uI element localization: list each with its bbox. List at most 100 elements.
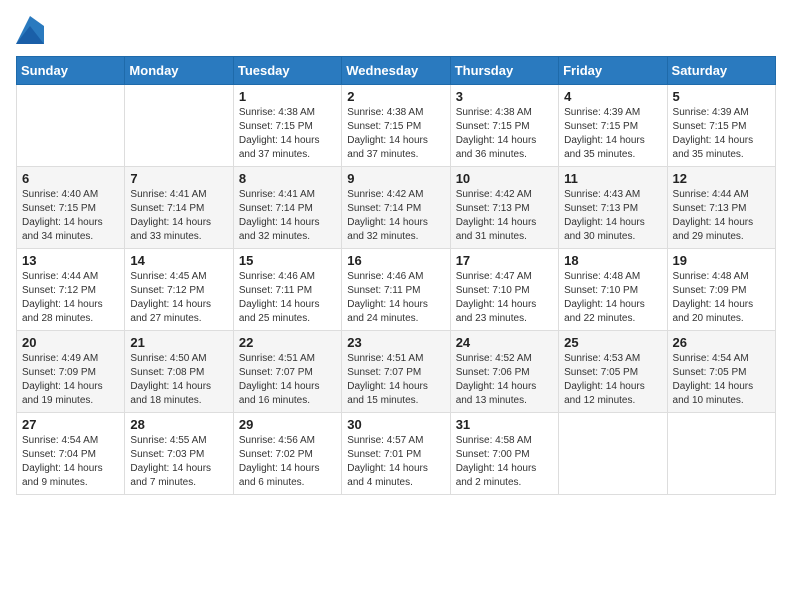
day-info: Sunrise: 4:44 AM Sunset: 7:12 PM Dayligh… bbox=[22, 270, 119, 326]
day-number: 20 bbox=[22, 335, 119, 350]
calendar-cell: 11 Sunrise: 4:43 AM Sunset: 7:13 PM Dayli… bbox=[559, 167, 667, 249]
calendar-cell: 19 Sunrise: 4:48 AM Sunset: 7:09 PM Dayli… bbox=[667, 249, 775, 331]
calendar-cell: 31Sunrise: 4:58 AM Sunset: 7:00 PM Dayli… bbox=[450, 413, 558, 495]
day-info: Sunrise: 4:39 AM Sunset: 7:15 PM Dayligh… bbox=[673, 106, 770, 162]
calendar-cell bbox=[125, 85, 233, 167]
day-number: 25 bbox=[564, 335, 661, 350]
day-info: Sunrise: 4:41 AM Sunset: 7:14 PM Dayligh… bbox=[130, 188, 227, 244]
page-header bbox=[16, 16, 776, 44]
day-number: 15 bbox=[239, 253, 336, 268]
weekday-header-friday: Friday bbox=[559, 57, 667, 85]
weekday-header-sunday: Sunday bbox=[17, 57, 125, 85]
day-number: 8 bbox=[239, 171, 336, 186]
calendar-table: SundayMondayTuesdayWednesdayThursdayFrid… bbox=[16, 56, 776, 495]
weekday-header-monday: Monday bbox=[125, 57, 233, 85]
day-number: 11 bbox=[564, 171, 661, 186]
day-info: Sunrise: 4:46 AM Sunset: 7:11 PM Dayligh… bbox=[347, 270, 444, 326]
day-number: 16 bbox=[347, 253, 444, 268]
day-info: Sunrise: 4:56 AM Sunset: 7:02 PM Dayligh… bbox=[239, 434, 336, 490]
day-info: Sunrise: 4:42 AM Sunset: 7:14 PM Dayligh… bbox=[347, 188, 444, 244]
day-info: Sunrise: 4:48 AM Sunset: 7:09 PM Dayligh… bbox=[673, 270, 770, 326]
day-number: 19 bbox=[673, 253, 770, 268]
calendar-cell: 3 Sunrise: 4:38 AM Sunset: 7:15 PM Daylig… bbox=[450, 85, 558, 167]
calendar-cell: 9 Sunrise: 4:42 AM Sunset: 7:14 PM Daylig… bbox=[342, 167, 450, 249]
day-number: 14 bbox=[130, 253, 227, 268]
day-number: 24 bbox=[456, 335, 553, 350]
day-info: Sunrise: 4:47 AM Sunset: 7:10 PM Dayligh… bbox=[456, 270, 553, 326]
week-row-3: 13 Sunrise: 4:44 AM Sunset: 7:12 PM Dayli… bbox=[17, 249, 776, 331]
calendar-cell: 10 Sunrise: 4:42 AM Sunset: 7:13 PM Dayli… bbox=[450, 167, 558, 249]
day-number: 30 bbox=[347, 417, 444, 432]
day-info: Sunrise: 4:43 AM Sunset: 7:13 PM Dayligh… bbox=[564, 188, 661, 244]
week-row-5: 27 Sunrise: 4:54 AM Sunset: 7:04 PM Dayli… bbox=[17, 413, 776, 495]
day-number: 23 bbox=[347, 335, 444, 350]
weekday-header-saturday: Saturday bbox=[667, 57, 775, 85]
day-info: Sunrise: 4:55 AM Sunset: 7:03 PM Dayligh… bbox=[130, 434, 227, 490]
calendar-cell: 21Sunrise: 4:50 AM Sunset: 7:08 PM Dayli… bbox=[125, 331, 233, 413]
calendar-cell: 28 Sunrise: 4:55 AM Sunset: 7:03 PM Dayli… bbox=[125, 413, 233, 495]
calendar-cell: 17 Sunrise: 4:47 AM Sunset: 7:10 PM Dayli… bbox=[450, 249, 558, 331]
day-number: 7 bbox=[130, 171, 227, 186]
calendar-cell: 6Sunrise: 4:40 AM Sunset: 7:15 PM Daylig… bbox=[17, 167, 125, 249]
day-number: 27 bbox=[22, 417, 119, 432]
day-number: 13 bbox=[22, 253, 119, 268]
weekday-header-tuesday: Tuesday bbox=[233, 57, 341, 85]
calendar-cell bbox=[559, 413, 667, 495]
day-number: 9 bbox=[347, 171, 444, 186]
day-info: Sunrise: 4:45 AM Sunset: 7:12 PM Dayligh… bbox=[130, 270, 227, 326]
week-row-1: 1 Sunrise: 4:38 AM Sunset: 7:15 PM Daylig… bbox=[17, 85, 776, 167]
day-number: 3 bbox=[456, 89, 553, 104]
day-info: Sunrise: 4:54 AM Sunset: 7:05 PM Dayligh… bbox=[673, 352, 770, 408]
calendar-cell: 7 Sunrise: 4:41 AM Sunset: 7:14 PM Daylig… bbox=[125, 167, 233, 249]
day-info: Sunrise: 4:41 AM Sunset: 7:14 PM Dayligh… bbox=[239, 188, 336, 244]
day-info: Sunrise: 4:44 AM Sunset: 7:13 PM Dayligh… bbox=[673, 188, 770, 244]
calendar-cell: 24 Sunrise: 4:52 AM Sunset: 7:06 PM Dayli… bbox=[450, 331, 558, 413]
calendar-cell: 20 Sunrise: 4:49 AM Sunset: 7:09 PM Dayli… bbox=[17, 331, 125, 413]
weekday-header-row: SundayMondayTuesdayWednesdayThursdayFrid… bbox=[17, 57, 776, 85]
day-info: Sunrise: 4:53 AM Sunset: 7:05 PM Dayligh… bbox=[564, 352, 661, 408]
logo bbox=[16, 16, 48, 44]
day-number: 28 bbox=[130, 417, 227, 432]
week-row-4: 20 Sunrise: 4:49 AM Sunset: 7:09 PM Dayli… bbox=[17, 331, 776, 413]
day-number: 1 bbox=[239, 89, 336, 104]
day-number: 2 bbox=[347, 89, 444, 104]
calendar-cell: 30Sunrise: 4:57 AM Sunset: 7:01 PM Dayli… bbox=[342, 413, 450, 495]
day-number: 17 bbox=[456, 253, 553, 268]
calendar-cell: 25 Sunrise: 4:53 AM Sunset: 7:05 PM Dayli… bbox=[559, 331, 667, 413]
weekday-header-thursday: Thursday bbox=[450, 57, 558, 85]
calendar-cell: 12 Sunrise: 4:44 AM Sunset: 7:13 PM Dayli… bbox=[667, 167, 775, 249]
calendar-cell: 5 Sunrise: 4:39 AM Sunset: 7:15 PM Daylig… bbox=[667, 85, 775, 167]
calendar-cell: 26 Sunrise: 4:54 AM Sunset: 7:05 PM Dayli… bbox=[667, 331, 775, 413]
day-info: Sunrise: 4:51 AM Sunset: 7:07 PM Dayligh… bbox=[347, 352, 444, 408]
calendar-cell bbox=[667, 413, 775, 495]
day-number: 5 bbox=[673, 89, 770, 104]
day-number: 18 bbox=[564, 253, 661, 268]
logo-icon bbox=[16, 16, 44, 44]
calendar-cell: 2 Sunrise: 4:38 AM Sunset: 7:15 PM Daylig… bbox=[342, 85, 450, 167]
day-info: Sunrise: 4:39 AM Sunset: 7:15 PM Dayligh… bbox=[564, 106, 661, 162]
day-number: 6 bbox=[22, 171, 119, 186]
day-number: 12 bbox=[673, 171, 770, 186]
day-info: Sunrise: 4:51 AM Sunset: 7:07 PM Dayligh… bbox=[239, 352, 336, 408]
day-info: Sunrise: 4:52 AM Sunset: 7:06 PM Dayligh… bbox=[456, 352, 553, 408]
calendar-cell: 16 Sunrise: 4:46 AM Sunset: 7:11 PM Dayli… bbox=[342, 249, 450, 331]
day-info: Sunrise: 4:54 AM Sunset: 7:04 PM Dayligh… bbox=[22, 434, 119, 490]
day-info: Sunrise: 4:38 AM Sunset: 7:15 PM Dayligh… bbox=[347, 106, 444, 162]
day-number: 31 bbox=[456, 417, 553, 432]
calendar-cell: 1Sunrise: 4:38 AM Sunset: 7:15 PM Daylig… bbox=[233, 85, 341, 167]
day-info: Sunrise: 4:49 AM Sunset: 7:09 PM Dayligh… bbox=[22, 352, 119, 408]
day-info: Sunrise: 4:38 AM Sunset: 7:15 PM Dayligh… bbox=[456, 106, 553, 162]
day-info: Sunrise: 4:46 AM Sunset: 7:11 PM Dayligh… bbox=[239, 270, 336, 326]
calendar-cell: 8 Sunrise: 4:41 AM Sunset: 7:14 PM Daylig… bbox=[233, 167, 341, 249]
day-number: 29 bbox=[239, 417, 336, 432]
calendar-cell: 14 Sunrise: 4:45 AM Sunset: 7:12 PM Dayli… bbox=[125, 249, 233, 331]
weekday-header-wednesday: Wednesday bbox=[342, 57, 450, 85]
calendar-cell: 15 Sunrise: 4:46 AM Sunset: 7:11 PM Dayli… bbox=[233, 249, 341, 331]
day-number: 10 bbox=[456, 171, 553, 186]
calendar-cell: 13 Sunrise: 4:44 AM Sunset: 7:12 PM Dayli… bbox=[17, 249, 125, 331]
day-info: Sunrise: 4:48 AM Sunset: 7:10 PM Dayligh… bbox=[564, 270, 661, 326]
day-number: 26 bbox=[673, 335, 770, 350]
calendar-body: 1 Sunrise: 4:38 AM Sunset: 7:15 PM Daylig… bbox=[17, 85, 776, 495]
day-info: Sunrise: 4:42 AM Sunset: 7:13 PM Dayligh… bbox=[456, 188, 553, 244]
week-row-2: 6Sunrise: 4:40 AM Sunset: 7:15 PM Daylig… bbox=[17, 167, 776, 249]
